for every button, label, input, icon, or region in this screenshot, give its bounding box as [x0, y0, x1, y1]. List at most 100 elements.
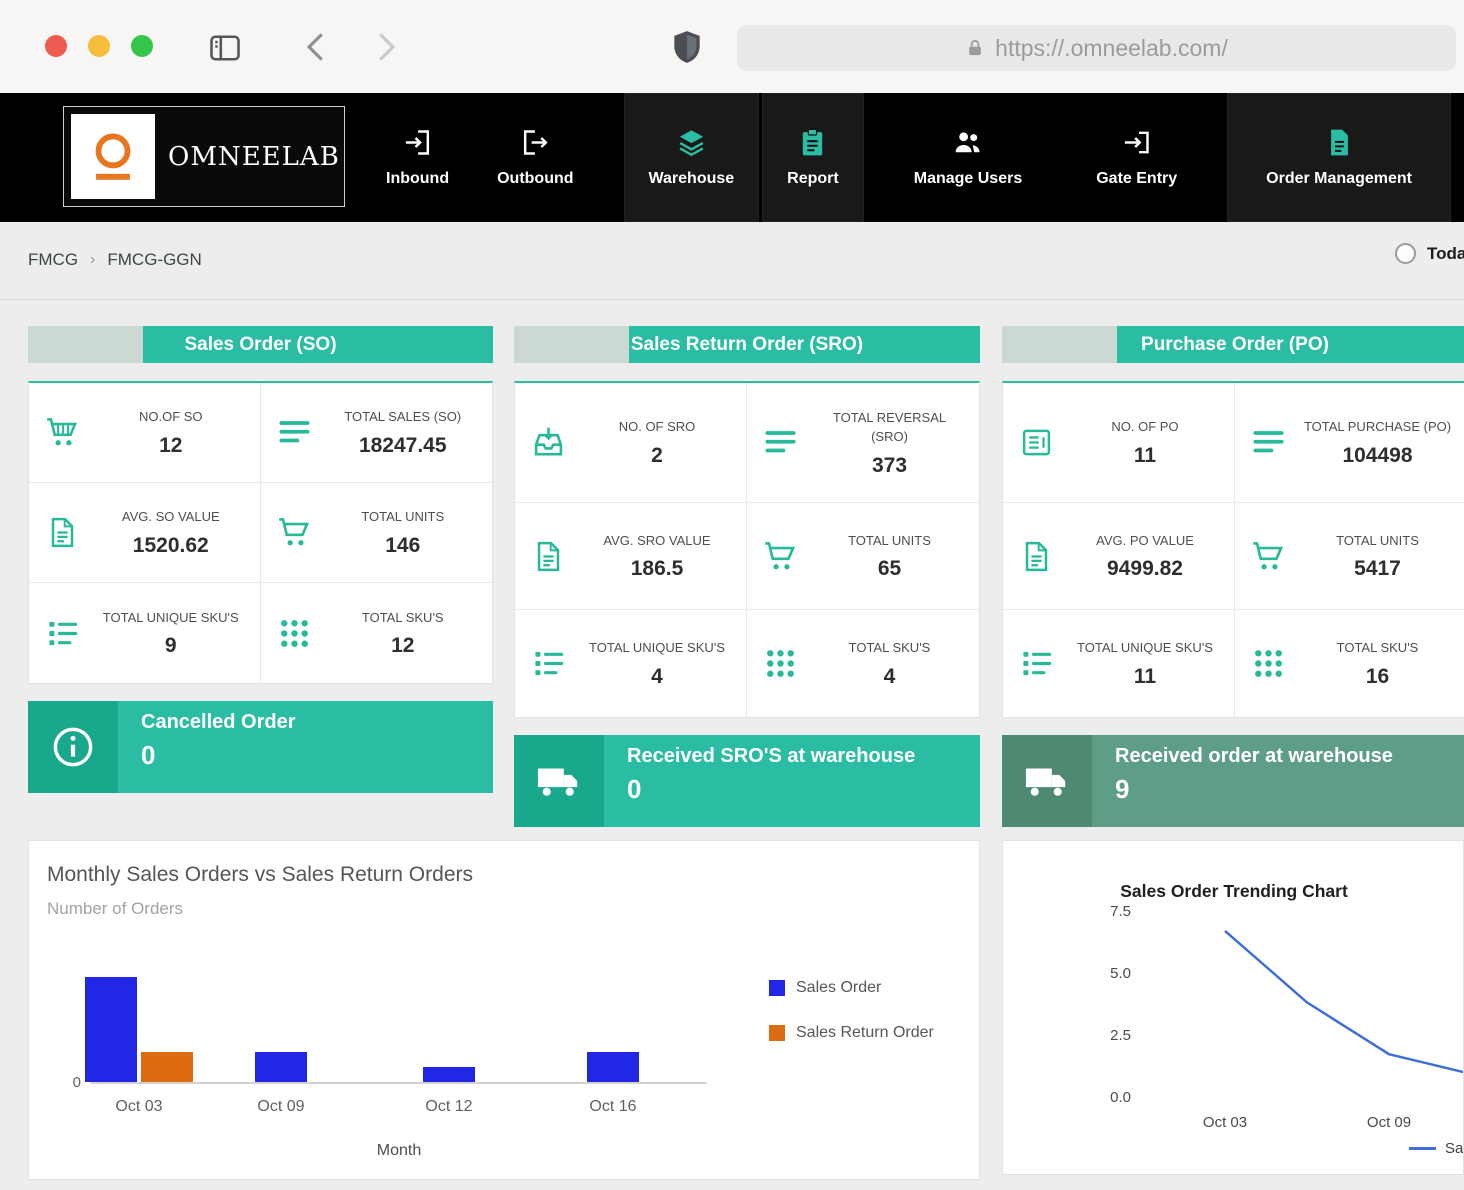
kpi-label: AVG. PO VALUE: [1069, 531, 1221, 551]
zoom-button[interactable]: [131, 35, 153, 57]
lines-icon: [277, 415, 312, 450]
legend-swatch-sales-order: [769, 980, 785, 996]
forward-icon[interactable]: [366, 28, 404, 66]
cart-icon: [277, 515, 312, 550]
kpi-label: NO. OF SRO: [581, 417, 733, 437]
legend-line-swatch: [1409, 1147, 1436, 1150]
kpi-value: 65: [806, 557, 973, 581]
nav-item-inbound[interactable]: Inbound: [362, 93, 473, 222]
info-icon: [28, 701, 118, 793]
kpi-value: 16: [1294, 665, 1461, 689]
kpi-label: TOTAL PURCHASE (PO): [1302, 417, 1454, 437]
order-management-icon: [1324, 127, 1355, 158]
chart-x-axis-title: Month: [279, 1142, 519, 1160]
kpi-cell: TOTAL UNIQUE SKU'S11: [1003, 610, 1235, 717]
received-sro-banner: Received SRO'S at warehouse0: [514, 735, 980, 827]
card-title: Sales Return Order (SRO): [631, 334, 863, 356]
kpi-label: TOTAL SALES (SO): [327, 407, 479, 427]
chart-title: Monthly Sales Orders vs Sales Return Ord…: [47, 863, 473, 887]
kpi-value: 11: [1062, 444, 1228, 468]
kpi-value: 186.5: [574, 557, 740, 581]
kpi-cell: NO. OF PO 11: [1003, 383, 1235, 503]
kpi-cell: TOTAL PURCHASE (PO)104498: [1235, 383, 1464, 503]
line-chart-legend: Sales Order: [1409, 1140, 1464, 1157]
kpi-cell: AVG. SO VALUE 1520.62: [29, 483, 261, 583]
kpi-cell: TOTAL UNITS5417: [1235, 503, 1464, 610]
breadcrumb-parent[interactable]: FMCG: [28, 250, 78, 270]
back-icon[interactable]: [298, 28, 336, 66]
chart-y-axis-title: Number of Orders: [47, 899, 183, 919]
kpi-label: AVG. SRO VALUE: [581, 531, 733, 551]
nav-label: Inbound: [386, 170, 449, 188]
kpi-cell: TOTAL SKU'S 16: [1235, 610, 1464, 717]
kpi-value: 9499.82: [1062, 557, 1228, 581]
nav-item-outbound[interactable]: Outbound: [473, 93, 597, 222]
sidebar-toggle-icon[interactable]: [207, 30, 243, 66]
kpi-value: 1520.62: [88, 534, 254, 558]
x-tick-label: Oct 03: [99, 1098, 179, 1116]
nav-item-manage-users[interactable]: Manage Users: [890, 93, 1047, 222]
shield-icon[interactable]: [668, 26, 706, 68]
nav-label: Gate Entry: [1096, 170, 1177, 188]
header-tab: [28, 326, 143, 363]
kpi-cell: NO.OF SO12: [29, 383, 261, 483]
inbound-icon: [402, 127, 433, 158]
nav-item-report[interactable]: Report: [762, 93, 864, 222]
y-tick-label: 0: [57, 1074, 81, 1091]
document-icon: [45, 515, 80, 550]
breadcrumb-bar: FMCG › FMCG-GGN Today: [0, 222, 1464, 300]
nav-label: Warehouse: [649, 170, 735, 188]
brand-name: OMNEELAB: [168, 142, 340, 172]
app-navbar: OMNEELAB Inbound Outbound Warehouse Repo…: [0, 93, 1464, 222]
document-icon: [1019, 539, 1054, 574]
breadcrumb-current[interactable]: FMCG-GGN: [107, 250, 201, 270]
kpi-label: TOTAL SKU'S: [814, 638, 966, 658]
banner-title: Cancelled Order: [141, 711, 485, 734]
banner-value: 9: [1115, 774, 1460, 805]
kpi-cell: AVG. PO VALUE 9499.82: [1003, 503, 1235, 610]
breadcrumb: FMCG › FMCG-GGN: [28, 250, 202, 270]
url-bar[interactable]: https://.omneelab.com/: [737, 25, 1456, 71]
kpi-label: TOTAL SKU'S: [1302, 638, 1454, 658]
kpi-cell: TOTAL UNIQUE SKU'S9: [29, 583, 261, 683]
kpi-cell: TOTAL SKU'S 12: [261, 583, 493, 683]
minimize-button[interactable]: [88, 35, 110, 57]
bar-plot-area: Oct 03Oct 09Oct 12Oct 16: [91, 961, 707, 1084]
banner-title: Received SRO'S at warehouse: [627, 745, 972, 768]
bar-chart-legend: Sales Order Sales Return Order: [769, 979, 934, 1069]
loaded-cart-icon: [45, 415, 80, 450]
kpi-label: AVG. SO VALUE: [95, 507, 247, 527]
sales-return-order-column: Sales Return Order (SRO) NO. OF SRO 2 TOT…: [514, 326, 980, 827]
omneelab-logo[interactable]: OMNEELAB: [63, 106, 345, 207]
kpi-label: NO. OF PO: [1069, 417, 1221, 437]
kpi-cell: TOTAL UNITS65: [747, 503, 979, 610]
kpi-cell: TOTAL REVERSAL (SRO)373: [747, 383, 979, 503]
kpi-value: 2: [574, 444, 740, 468]
list-icon: [45, 616, 80, 651]
sales-return-order-kpis: NO. OF SRO 2 TOTAL REVERSAL (SRO)373 AVG.…: [514, 381, 980, 718]
kpi-cell: NO. OF SRO 2: [515, 383, 747, 503]
kpi-cell: TOTAL SKU'S4: [747, 610, 979, 717]
nav-item-warehouse[interactable]: Warehouse: [624, 93, 760, 222]
nav-item-gate-entry[interactable]: Gate Entry: [1072, 93, 1201, 222]
monthly-orders-bar-chart: Monthly Sales Orders vs Sales Return Ord…: [28, 840, 980, 1180]
close-button[interactable]: [45, 35, 67, 57]
kpi-label: TOTAL SKU'S: [327, 608, 479, 628]
browser-toolbar: https://.omneelab.com/: [0, 0, 1464, 93]
legend-swatch-sales-return-order: [769, 1025, 785, 1041]
kpi-label: TOTAL UNIQUE SKU'S: [95, 608, 247, 628]
legend-item: Sales Order: [769, 979, 934, 997]
warehouse-icon: [676, 127, 707, 158]
kpi-value: 12: [320, 634, 487, 658]
manage-users-icon: [952, 127, 983, 158]
header-tab: [1002, 326, 1117, 363]
sales-order-column: Sales Order (SO) NO.OF SO12 TOTAL SALES …: [28, 326, 493, 793]
nav-label: Order Management: [1266, 170, 1412, 188]
nav-item-order-management[interactable]: Order Management: [1227, 93, 1451, 222]
card-title: Purchase Order (PO): [1141, 334, 1329, 356]
kpi-value: 146: [320, 534, 487, 558]
lines-icon: [763, 425, 798, 460]
nav-menu: Inbound Outbound Warehouse Report Manage…: [362, 93, 1451, 222]
bar: [587, 1052, 639, 1082]
today-radio[interactable]: [1395, 243, 1416, 264]
